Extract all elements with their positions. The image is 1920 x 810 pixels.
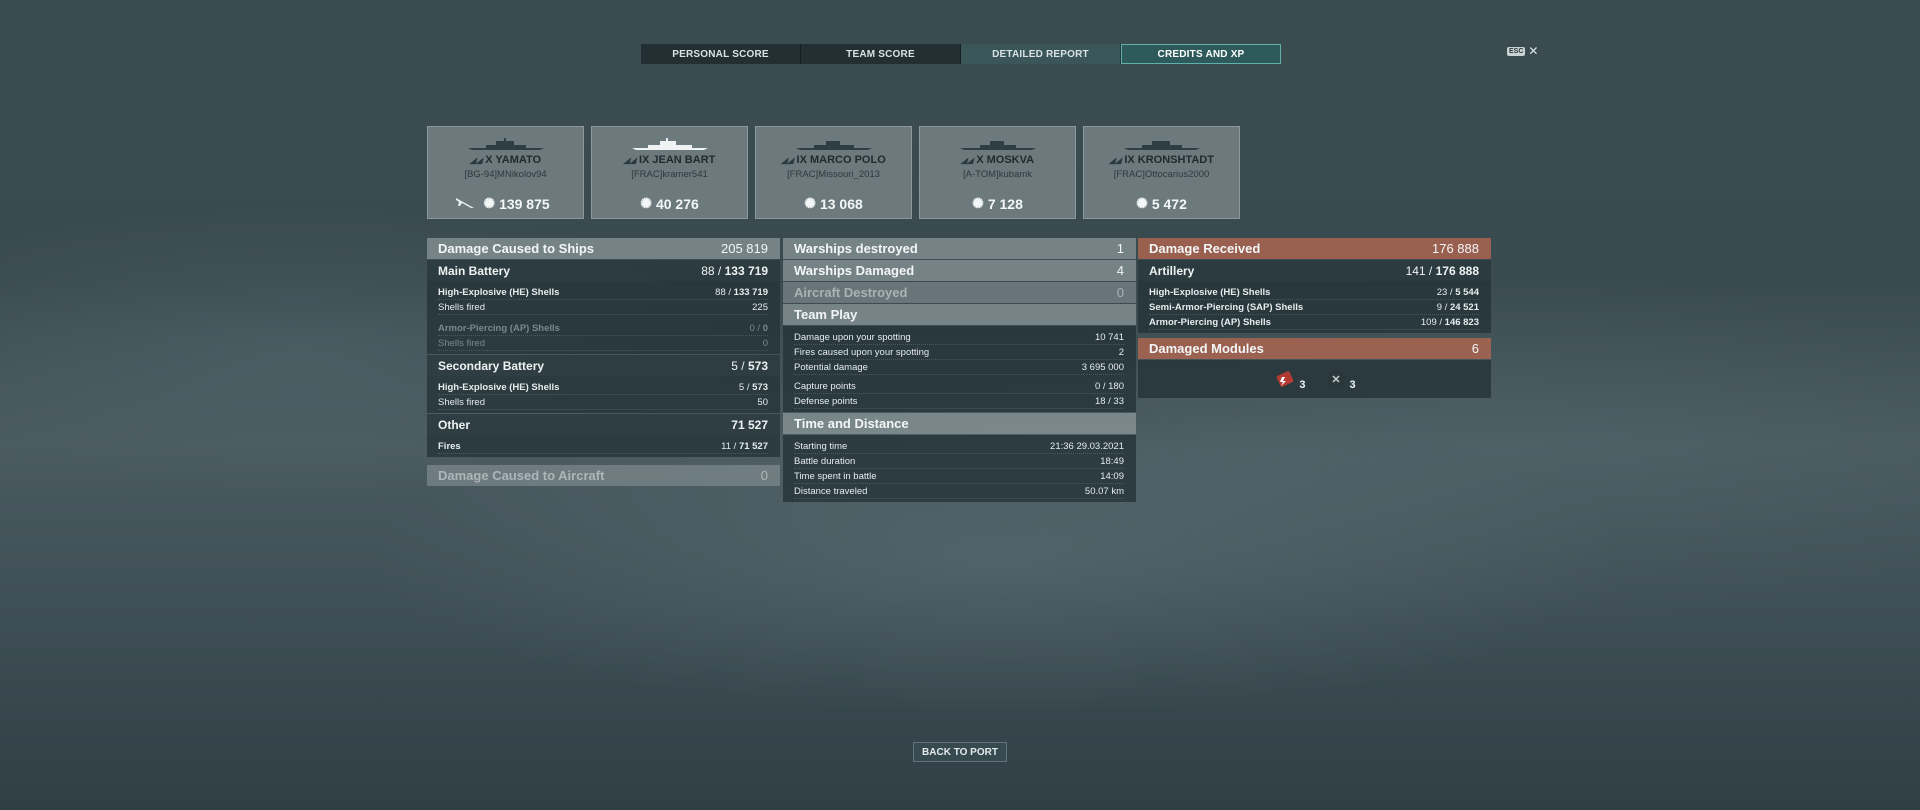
stat-row: Armor-Piercing (AP) Shells 109 / 146 823 [1149, 315, 1479, 330]
stat-row: Time spent in battle 14:09 [794, 469, 1124, 484]
team-play-header: Team Play [783, 304, 1136, 325]
damage-burst-icon: ✺ [483, 195, 496, 211]
stat-row: Shells fired 225 [438, 300, 768, 315]
player-name: [FRAC]Ottocarius2000 [1113, 169, 1210, 180]
stat-row: Semi-Armor-Piercing (SAP) Shells 9 / 24 5… [1149, 300, 1479, 315]
tab-personal-score[interactable]: PERSONAL SCORE [641, 44, 801, 64]
stat-row: High-Explosive (HE) Shells 5 / 573 [438, 380, 768, 395]
damage-received-header: Damage Received 176 888 [1138, 238, 1491, 259]
time-distance-header: Time and Distance [783, 413, 1136, 434]
artillery-details: High-Explosive (HE) Shells 23 / 5 544 Sem… [1138, 281, 1491, 333]
damage-caused-header: Damage Caused to Ships 205 819 [427, 238, 780, 259]
warships-destroyed-header: Warships destroyed 1 [783, 238, 1136, 259]
ship-score: ✺ 13 068 [804, 195, 863, 212]
ship-name: ◢◢ X YAMATO [469, 154, 542, 166]
secondary-battery-details: High-Explosive (HE) Shells 5 / 573 Shells… [427, 376, 780, 413]
tab-credits-and-xp[interactable]: CREDITS AND XP [1121, 44, 1281, 64]
damaged-modules-list: 3 3 [1138, 360, 1491, 398]
ship-cards: ◢◢ X YAMATO [BG-94]MNikolov94 ✺ 139 875 ◢◢… [427, 126, 1240, 219]
artillery-header: Artillery 141 / 176 888 [1138, 260, 1491, 281]
stat-row: Armor-Piercing (AP) Shells 0 / 0 [438, 321, 768, 336]
back-to-port-button[interactable]: BACK TO PORT [913, 742, 1007, 762]
stat-row: High-Explosive (HE) Shells 88 / 133 719 [438, 285, 768, 300]
player-name: [BG-94]MNikolov94 [464, 169, 547, 180]
stat-row: Starting time 21:36 29.03.2021 [794, 439, 1124, 454]
player-name: [FRAC]kramer541 [631, 169, 708, 180]
damage-burst-icon: ✺ [804, 195, 816, 211]
damage-burst-icon: ✺ [1136, 195, 1148, 211]
ship-silhouette-icon [959, 141, 1036, 150]
ship-score: ✺ 7 128 [972, 195, 1023, 212]
close-button[interactable]: ESC ✕ [1507, 44, 1539, 58]
battle-summary-panel: Warships destroyed 1 Warships Damaged 4 Ai… [783, 238, 1136, 503]
stat-row: Battle duration 18:49 [794, 454, 1124, 469]
tab-team-score[interactable]: TEAM SCORE [801, 44, 961, 64]
esc-key-icon: ESC [1507, 46, 1526, 56]
damaged-modules-header: Damaged Modules 6 [1138, 338, 1491, 359]
nation-flag-icon: ◢◢ [469, 156, 483, 165]
steering-gear-icon [1326, 370, 1345, 388]
other-damage-header: Other 71 527 [427, 414, 780, 435]
stat-row: Fires 11 / 71 527 [438, 439, 768, 454]
ship-silhouette-icon [1123, 141, 1200, 150]
damage-caused-aircraft-header: Damage Caused to Aircraft 0 [427, 465, 780, 486]
stat-row: Fires caused upon your spotting 2 [794, 345, 1124, 360]
ship-score: ✺ 139 875 [483, 195, 550, 212]
nation-flag-icon: ◢◢ [960, 156, 974, 165]
tab-detailed-report[interactable]: DETAILED REPORT [961, 44, 1121, 64]
stat-row: Distance traveled 50.07 km [794, 484, 1124, 499]
team-play-details: Damage upon your spotting 10 741 Fires ca… [783, 326, 1136, 412]
stat-row: Potential damage 3 695 000 [794, 360, 1124, 375]
damage-received-panel: Damage Received 176 888 Artillery 141 / 1… [1138, 238, 1491, 398]
steering-module[interactable]: 3 [1324, 367, 1356, 391]
damage-burst-icon: ✺ [972, 195, 984, 211]
ship-card[interactable]: ◢◢ IX MARCO POLO [FRAC]Missouri_2013 ✺ 13 … [755, 126, 912, 219]
stat-row: Defense points 18 / 33 [794, 394, 1124, 409]
ship-score: ✺ 5 472 [1136, 195, 1187, 212]
stat-row: Shells fired 0 [438, 336, 768, 351]
close-icon: ✕ [1528, 44, 1539, 58]
ship-silhouette-icon [795, 141, 872, 150]
warships-damaged-header: Warships Damaged 4 [783, 260, 1136, 281]
engine-icon [1277, 371, 1294, 387]
report-tabs: PERSONAL SCORE TEAM SCORE DETAILED REPOR… [641, 44, 1281, 64]
ship-name: ◢◢ IX KRONSHTADT [1109, 154, 1214, 166]
stat-row: Shells fired 50 [438, 395, 768, 410]
nation-flag-icon: ◢◢ [1109, 156, 1122, 165]
secondary-battery-header: Secondary Battery 5 / 573 [427, 355, 780, 376]
engine-module[interactable]: 3 [1273, 367, 1306, 391]
player-name: [FRAC]Missouri_2013 [787, 169, 880, 180]
stat-row: Damage upon your spotting 10 741 [794, 330, 1124, 345]
main-battery-details: High-Explosive (HE) Shells 88 / 133 719 S… [427, 281, 780, 354]
ship-silhouette-icon [467, 138, 544, 150]
ship-name: ◢◢ IX JEAN BART [623, 154, 716, 166]
ship-card[interactable]: ◢◢ X MOSKVA [A-TOM]kubamk ✺ 7 128 [919, 126, 1076, 219]
ship-name: ◢◢ X MOSKVA [960, 154, 1035, 166]
ship-card[interactable]: ◢◢ X YAMATO [BG-94]MNikolov94 ✺ 139 875 [427, 126, 584, 219]
aircraft-destroyed-header: Aircraft Destroyed 0 [783, 282, 1136, 303]
time-distance-details: Starting time 21:36 29.03.2021 Battle dur… [783, 435, 1136, 502]
ship-card[interactable]: ◢◢ IX JEAN BART [FRAC]kramer541 ✺ 40 276 [591, 126, 748, 219]
stat-row: Capture points 0 / 180 [794, 379, 1124, 394]
damage-burst-icon: ✺ [640, 195, 652, 211]
player-name: [A-TOM]kubamk [963, 169, 1032, 180]
ship-name: ◢◢ IX MARCO POLO [781, 154, 886, 166]
ship-card[interactable]: ◢◢ IX KRONSHTADT [FRAC]Ottocarius2000 ✺ 5 … [1083, 126, 1240, 219]
nation-flag-icon: ◢◢ [781, 156, 794, 165]
ship-score: ✺ 40 276 [640, 195, 699, 212]
stat-row: High-Explosive (HE) Shells 23 / 5 544 [1149, 285, 1479, 300]
ship-silhouette-icon [631, 138, 708, 150]
damage-caused-panel: Damage Caused to Ships 205 819 Main Batte… [427, 238, 780, 487]
other-damage-details: Fires 11 / 71 527 [427, 435, 780, 457]
nation-flag-icon: ◢◢ [623, 156, 636, 165]
main-battery-header: Main Battery 88 / 133 719 [427, 260, 780, 281]
